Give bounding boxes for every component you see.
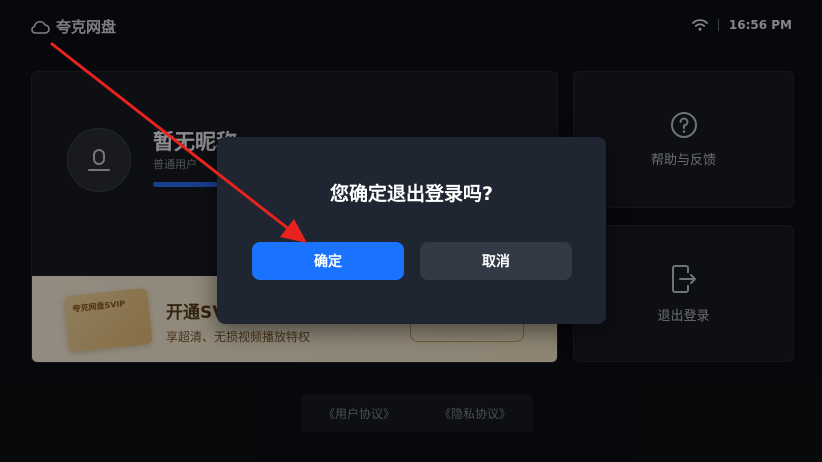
confirm-button[interactable]: 确定 (252, 242, 404, 280)
dialog-title: 您确定退出登录吗? (329, 183, 494, 205)
logout-confirm-dialog: 您确定退出登录吗? 确定 取消 (217, 137, 606, 324)
cancel-button[interactable]: 取消 (420, 242, 572, 280)
